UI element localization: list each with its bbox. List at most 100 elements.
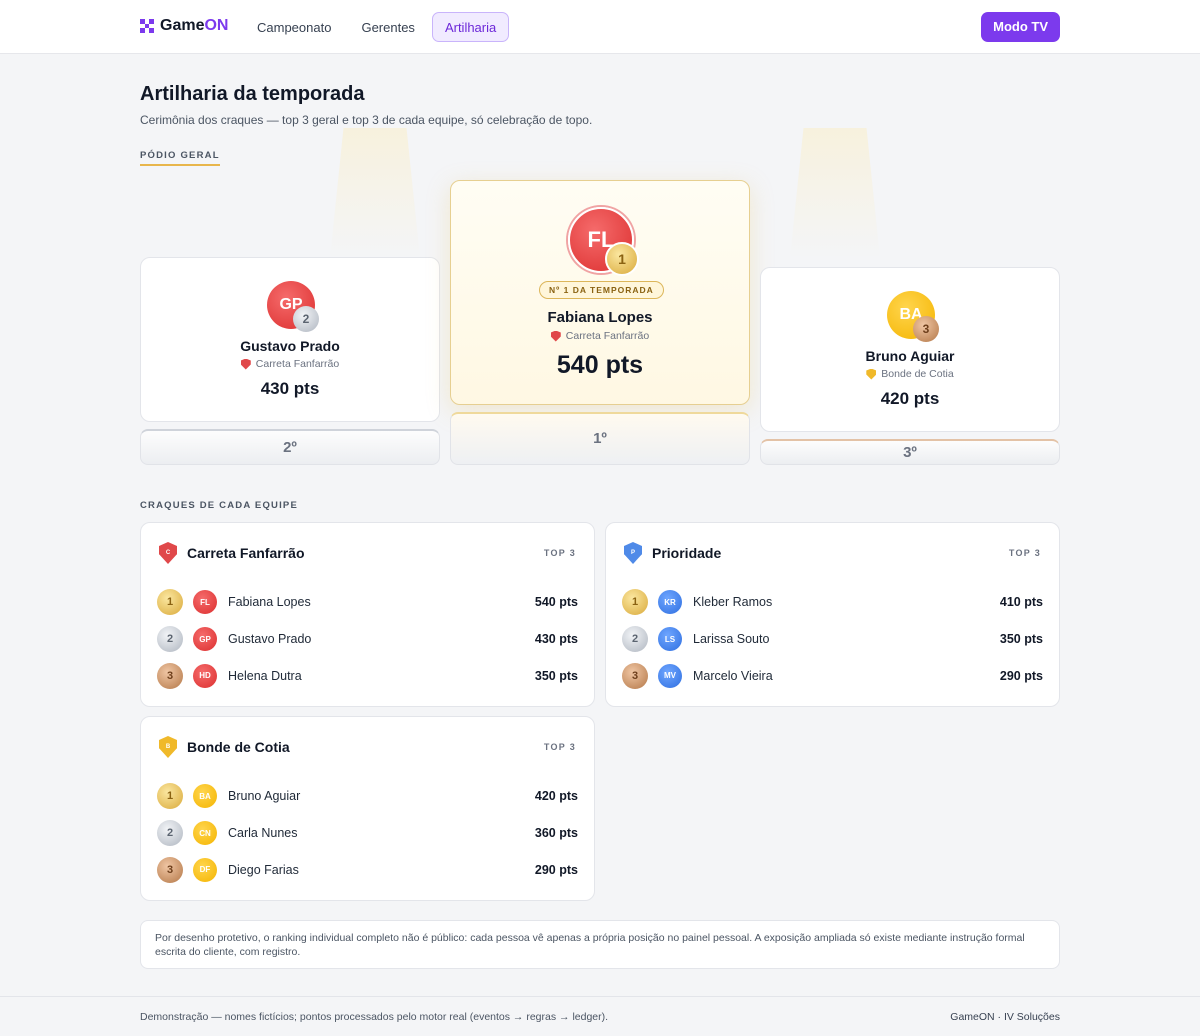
podium-points: 420 pts — [880, 389, 940, 408]
player-name: Fabiana Lopes — [228, 595, 311, 610]
player-points: 430 pts — [534, 632, 578, 647]
player-name: Helena Dutra — [228, 668, 302, 683]
bronze-medal-icon: 3 — [913, 316, 939, 342]
gold-medal-icon: 1 — [157, 589, 183, 616]
podium-points: 430 pts — [260, 379, 320, 398]
list-item: 2 CN Carla Nunes 360 pts — [157, 815, 578, 852]
brand-logo[interactable]: GameON — [140, 17, 228, 35]
list-item: 3 MV Marcelo Vieira 290 pts — [622, 657, 1043, 694]
podium-base-first: 1º — [450, 412, 750, 465]
footer-disclaimer: Demonstração — nomes fictícios; pontos p… — [140, 1011, 609, 1023]
podium-points: 540 pts — [556, 351, 644, 379]
tv-mode-button[interactable]: Modo TV — [981, 12, 1060, 42]
podium-player-team: Carreta Fanfarrão — [451, 330, 749, 342]
bronze-medal-icon: 3 — [622, 662, 648, 689]
team-name: Carreta Fanfarrão — [255, 358, 340, 370]
team-shield-icon: P — [624, 542, 642, 564]
list-item: 1 KR Kleber Ramos 410 pts — [622, 584, 1043, 621]
page-title: Artilharia da temporada — [140, 83, 365, 105]
player-name: Diego Farias — [228, 862, 299, 877]
team-name: Prioridade — [652, 545, 722, 561]
nav-item-gerentes[interactable]: Gerentes — [348, 12, 427, 42]
top-label: TOP 3 — [543, 548, 576, 558]
team-card-bonde-de-cotia: B Bonde de Cotia TOP 3 1 BA Bruno Aguiar… — [140, 716, 595, 901]
nav-item-campeonato[interactable]: Campeonato — [244, 12, 344, 42]
avatar: DF — [193, 857, 217, 882]
top-label: TOP 3 — [1008, 548, 1041, 558]
player-name: Larissa Souto — [693, 632, 770, 647]
silver-medal-icon: 2 — [622, 626, 648, 653]
podium-player-team: Bonde de Cotia — [761, 368, 1059, 380]
podium-section-label: PÓDIO GERAL — [140, 150, 220, 161]
podium-card-third: BA 3 Bruno Aguiar Bonde de Cotia 420 pts — [760, 267, 1060, 432]
season-number-one-badge: Nº 1 DA TEMPORADA — [539, 281, 664, 299]
team-card-carreta-fanfarrao: C Carreta Fanfarrão TOP 3 1 FL Fabiana L… — [140, 522, 595, 707]
silver-medal-icon: 2 — [293, 306, 319, 332]
team-shield-icon: C — [159, 542, 177, 564]
player-name: Kleber Ramos — [693, 595, 773, 610]
avatar: GP — [193, 627, 217, 652]
list-item: 2 GP Gustavo Prado 430 pts — [157, 621, 578, 658]
list-item: 3 HD Helena Dutra 350 pts — [157, 657, 578, 694]
list-item: 3 DF Diego Farias 290 pts — [157, 851, 578, 888]
team-shield-icon — [866, 368, 877, 380]
spotlight-beam — [790, 128, 880, 258]
player-points: 290 pts — [999, 668, 1043, 683]
podium-base-third: 3º — [760, 439, 1060, 465]
avatar: CN — [193, 821, 217, 846]
player-name: Bruno Aguiar — [228, 789, 301, 804]
section-underline — [140, 164, 220, 166]
team-shield-icon: B — [159, 736, 177, 758]
brand-name: GameON — [160, 17, 229, 34]
team-card-header: B Bonde de Cotia TOP 3 — [159, 735, 576, 759]
footer-credits: GameON · IV Soluções — [950, 1011, 1060, 1023]
podium-player-name: Gustavo Prado — [240, 338, 340, 354]
nav-item-artilharia[interactable]: Artilharia — [431, 12, 510, 42]
avatar: BA — [193, 784, 217, 809]
player-name: Gustavo Prado — [228, 632, 312, 647]
spotlight-beam — [330, 128, 420, 258]
page-subtitle: Cerimônia dos craques — top 3 geral e to… — [140, 113, 593, 127]
top-label: TOP 3 — [543, 742, 576, 752]
team-card-header: P Prioridade TOP 3 — [624, 541, 1041, 565]
gold-medal-icon: 1 — [622, 589, 648, 616]
team-card-header: C Carreta Fanfarrão TOP 3 — [159, 541, 576, 565]
silver-medal-icon: 2 — [157, 626, 183, 653]
gold-medal-icon: 1 — [157, 783, 183, 810]
team-name: Bonde de Cotia — [881, 368, 954, 380]
team-shield-icon — [550, 330, 561, 342]
player-points: 420 pts — [534, 789, 578, 804]
podium-card-second: GP 2 Gustavo Prado Carreta Fanfarrão 430… — [140, 257, 440, 422]
player-points: 350 pts — [534, 668, 578, 683]
player-points: 360 pts — [534, 826, 578, 841]
avatar: HD — [193, 663, 217, 688]
footer: Demonstração — nomes fictícios; pontos p… — [0, 996, 1200, 1036]
bronze-medal-icon: 3 — [157, 662, 183, 689]
team-card-prioridade: P Prioridade TOP 3 1 KR Kleber Ramos 410… — [605, 522, 1060, 707]
podium-card-first: FL 1 Nº 1 DA TEMPORADA Fabiana Lopes Car… — [450, 180, 750, 405]
team-name: Carreta Fanfarrão — [187, 545, 305, 561]
podium-base-second: 2º — [140, 429, 440, 465]
player-name: Carla Nunes — [228, 826, 298, 841]
list-item: 1 FL Fabiana Lopes 540 pts — [157, 584, 578, 621]
avatar: FL — [193, 590, 217, 615]
list-item: 2 LS Larissa Souto 350 pts — [622, 621, 1043, 658]
player-name: Marcelo Vieira — [693, 668, 773, 683]
avatar: MV — [658, 663, 682, 688]
checkered-flag-icon — [140, 19, 154, 33]
privacy-notice: Por desenho protetivo, o ranking individ… — [140, 920, 1060, 969]
avatar: KR — [658, 590, 682, 615]
silver-medal-icon: 2 — [157, 820, 183, 847]
avatar: LS — [658, 627, 682, 652]
list-item: 1 BA Bruno Aguiar 420 pts — [157, 778, 578, 815]
gold-medal-icon: 1 — [605, 242, 639, 276]
teams-section-label: CRAQUES DE CADA EQUIPE — [140, 500, 299, 511]
top-navigation-bar: GameON Campeonato Gerentes Artilharia Mo… — [0, 0, 1200, 54]
player-points: 540 pts — [534, 595, 578, 610]
podium-player-name: Bruno Aguiar — [865, 348, 955, 364]
podium-player-name: Fabiana Lopes — [547, 309, 653, 326]
bronze-medal-icon: 3 — [157, 856, 183, 883]
team-shield-icon — [240, 358, 251, 370]
podium-player-team: Carreta Fanfarrão — [141, 358, 439, 370]
player-points: 350 pts — [999, 632, 1043, 647]
